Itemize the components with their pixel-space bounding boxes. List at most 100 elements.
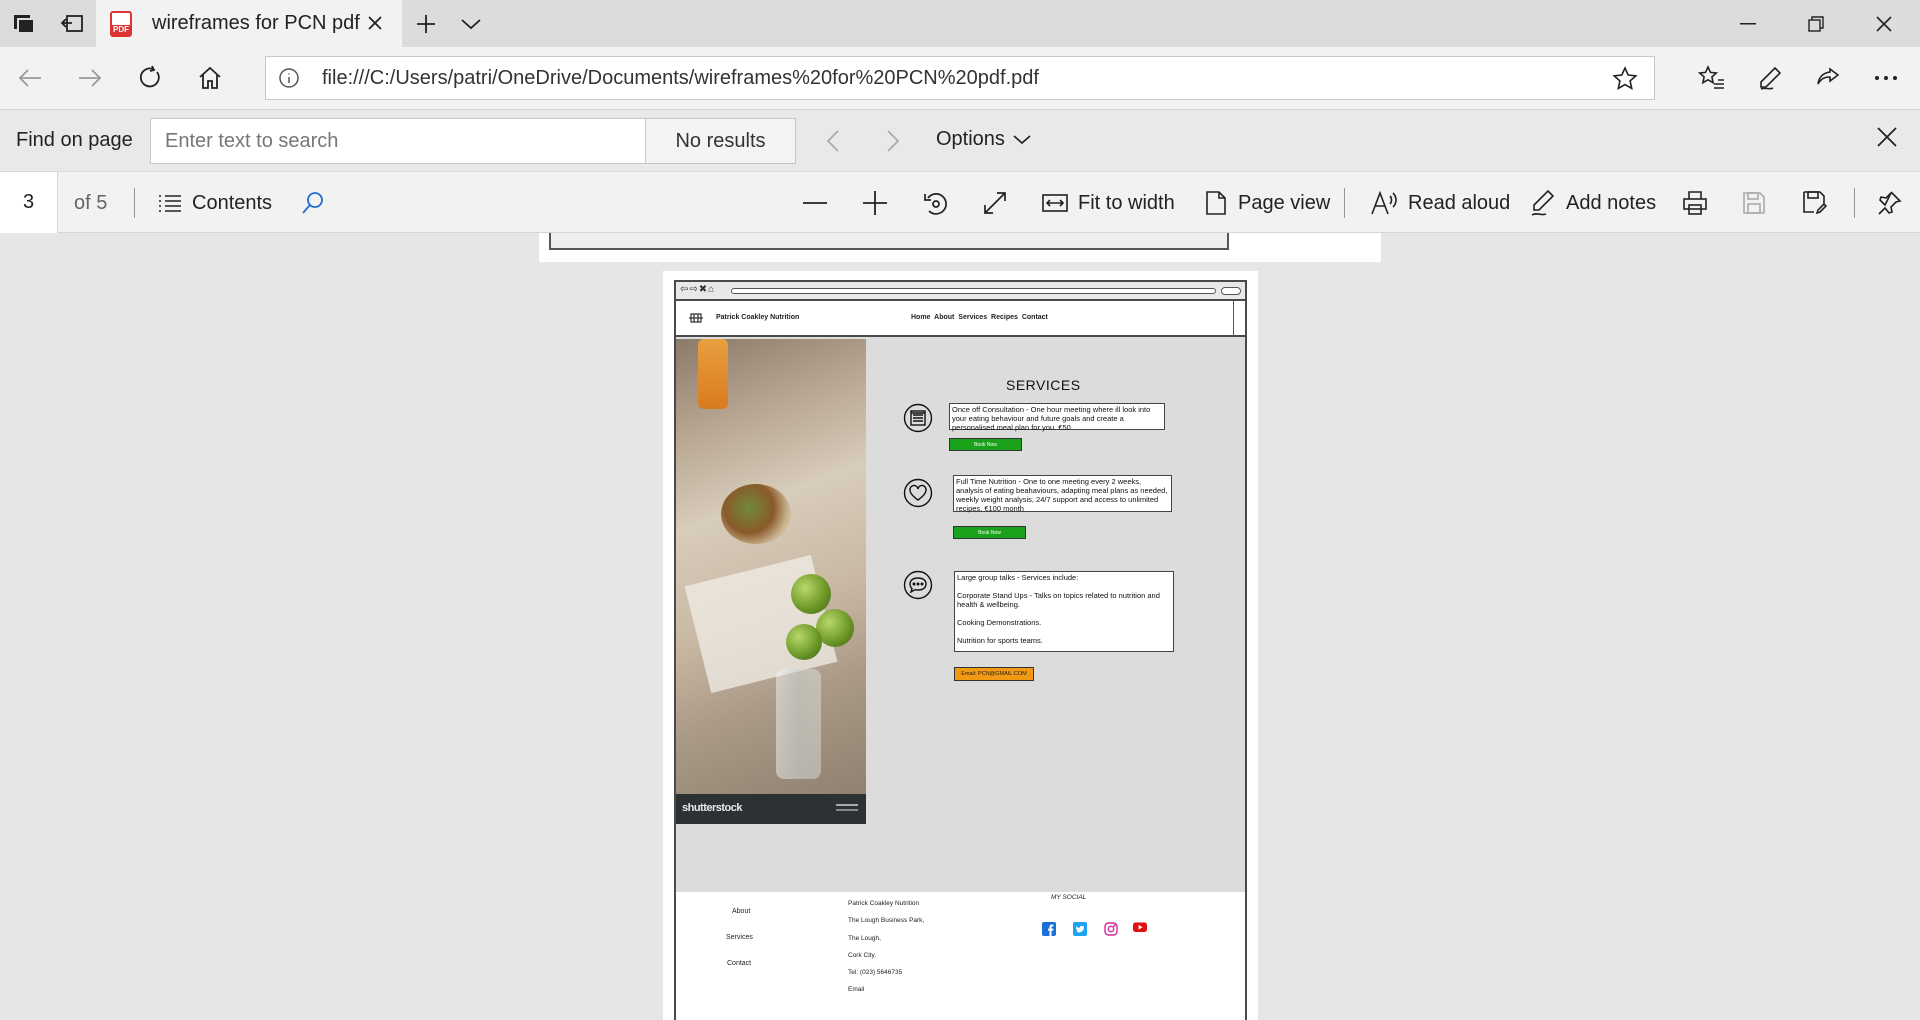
contents-label: Contents <box>192 191 273 214</box>
info-icon[interactable] <box>278 67 300 89</box>
wireframe-browser-chrome: ⇦⇨✖⌂ <box>676 282 1245 301</box>
email-button[interactable]: Email: PCN@GMAIL.COM <box>954 667 1034 681</box>
footer-link-about[interactable]: About <box>732 908 750 915</box>
find-on-page-bar: Find on page No results Options <box>0 109 1920 171</box>
footer-link-services[interactable]: Services <box>726 934 753 941</box>
fit-width-icon <box>1042 194 1068 212</box>
apple <box>791 574 831 614</box>
photo-caption-bar: shutterstock <box>676 794 866 824</box>
forward-arrow-icon[interactable] <box>74 62 106 94</box>
read-aloud-icon <box>1371 190 1397 215</box>
print-icon[interactable] <box>1682 186 1708 220</box>
tab-preview-chevron-down-icon[interactable] <box>457 10 485 38</box>
previous-result-chevron-icon[interactable] <box>818 126 848 156</box>
page-view-icon <box>1206 191 1226 215</box>
web-note-pen-icon[interactable] <box>1754 62 1786 94</box>
find-input-wrapper[interactable] <box>150 118 646 164</box>
pdf-file-icon: PDF <box>110 10 132 37</box>
toolbar-divider <box>1344 188 1345 218</box>
new-tab-icon[interactable] <box>412 10 440 38</box>
read-aloud-button[interactable]: Read aloud <box>1370 186 1510 220</box>
back-arrow-icon[interactable] <box>14 62 46 94</box>
wireframe-footer: About Services Contact Patrick Coakley N… <box>676 892 1245 1020</box>
find-results-status: No results <box>646 118 796 164</box>
wireframe-scrollbar <box>1233 301 1245 337</box>
zoom-out-icon[interactable] <box>802 186 828 220</box>
services-wireframe: ⇦⇨✖⌂ Patrick Coakley Nutrition Home Abou… <box>674 280 1247 1020</box>
youtube-icon[interactable] <box>1133 920 1147 934</box>
minimize-icon[interactable] <box>1728 8 1768 40</box>
wireframe-address-bar <box>731 288 1216 294</box>
juice-glass <box>698 339 728 409</box>
page-number-input[interactable]: 3 <box>0 172 58 233</box>
footer-address-line: Email <box>848 986 865 994</box>
book-now-button[interactable]: Book Now <box>953 526 1026 539</box>
save-as-icon[interactable] <box>1802 186 1828 220</box>
close-window-icon[interactable] <box>1864 8 1904 40</box>
footer-address: Patrick Coakley Nutrition The Lough Busi… <box>848 895 924 999</box>
pdf-document-area[interactable]: ⇦⇨✖⌂ Patrick Coakley Nutrition Home Abou… <box>0 233 1920 1020</box>
previous-wireframe-edge <box>549 233 1229 250</box>
address-bar[interactable]: file:///C:/Users/patri/OneDrive/Document… <box>265 56 1655 100</box>
toolbar-divider <box>1854 188 1855 218</box>
instagram-icon[interactable] <box>1104 922 1118 936</box>
more-menu-icon[interactable] <box>1870 62 1902 94</box>
restore-window-icon[interactable] <box>1796 8 1836 40</box>
add-notes-button[interactable]: Add notes <box>1530 186 1656 220</box>
find-options-button[interactable]: Options <box>936 128 1031 151</box>
zoom-in-icon[interactable] <box>862 186 888 220</box>
home-icon[interactable] <box>194 62 226 94</box>
search-icon[interactable] <box>300 186 326 220</box>
tab-active[interactable]: PDF wireframes for PCN pdf <box>96 0 402 47</box>
favorite-star-icon[interactable] <box>1612 66 1638 92</box>
contents-button[interactable]: Contents <box>158 186 272 220</box>
service-group-talks-description: Large group talks - Services include: Co… <box>954 571 1174 652</box>
refresh-icon[interactable] <box>134 62 166 94</box>
water-glass <box>776 669 821 779</box>
twitter-icon[interactable] <box>1073 922 1087 936</box>
next-result-chevron-icon[interactable] <box>878 126 908 156</box>
find-options-label: Options <box>936 128 1005 150</box>
url-text[interactable]: file:///C:/Users/patri/OneDrive/Document… <box>322 67 1039 90</box>
salad-bowl <box>721 484 791 544</box>
close-tab-icon[interactable] <box>362 10 388 36</box>
wireframe-browser-buttons: ⇦⇨✖⌂ <box>680 284 716 295</box>
fit-to-width-button[interactable]: Fit to width <box>1042 186 1175 220</box>
tab-manager-icon[interactable] <box>10 10 38 38</box>
pin-toolbar-icon[interactable] <box>1876 186 1902 220</box>
list-icon <box>159 195 181 212</box>
close-find-icon[interactable] <box>1876 126 1906 156</box>
service-consultation-description: Once off Consultation - One hour meeting… <box>949 403 1165 432</box>
previous-page-bottom <box>539 233 1381 262</box>
full-screen-icon[interactable] <box>982 186 1008 220</box>
find-search-input[interactable] <box>151 119 645 163</box>
page-view-label: Page view <box>1238 191 1331 214</box>
speech-bubble-icon <box>903 570 933 600</box>
group-talks-heading: Large group talks - Services include: <box>957 573 1079 582</box>
chevron-down-icon <box>1013 134 1031 144</box>
read-aloud-label: Read aloud <box>1408 191 1511 214</box>
pdf-page-3: ⇦⇨✖⌂ Patrick Coakley Nutrition Home Abou… <box>663 271 1258 1020</box>
wireframe-nav-links: Home About Services Recipes Contact <box>911 314 1048 321</box>
rotate-icon[interactable] <box>922 186 950 220</box>
group-talks-item: Nutrition for sports teams. <box>957 636 1043 645</box>
set-tabs-aside-icon[interactable] <box>58 10 86 38</box>
checklist-icon <box>903 403 933 433</box>
group-talks-item: Cooking Demonstrations. <box>957 618 1042 627</box>
share-icon[interactable] <box>1812 62 1844 94</box>
page-view-button[interactable]: Page view <box>1204 186 1330 220</box>
service-full-time-description: Full Time Nutrition - One to one meeting… <box>953 475 1172 513</box>
footer-address-line: Tel: (023) 5646735 <box>848 969 903 977</box>
pen-icon <box>1531 189 1555 216</box>
navigation-bar: file:///C:/Users/patri/OneDrive/Document… <box>0 47 1920 109</box>
wireframe-brand: Patrick Coakley Nutrition <box>716 314 800 321</box>
facebook-icon[interactable] <box>1042 922 1056 936</box>
logo-icon <box>689 313 703 323</box>
footer-link-contact[interactable]: Contact <box>727 960 751 967</box>
footer-address-line: Cork City. <box>848 951 877 959</box>
footer-address-line: The Lough, <box>848 934 881 942</box>
favorites-list-icon[interactable] <box>1696 62 1728 94</box>
save-icon[interactable] <box>1742 186 1766 220</box>
book-now-button[interactable]: Book Now <box>949 438 1022 451</box>
tab-title: wireframes for PCN pdf <box>152 12 360 34</box>
